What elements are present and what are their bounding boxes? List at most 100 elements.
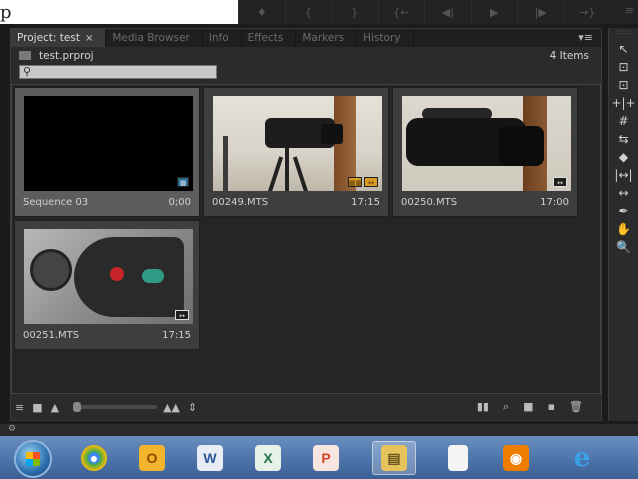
pen-tool-icon[interactable]: ✒ xyxy=(609,202,638,220)
zoom-out-icon[interactable]: ▲ xyxy=(51,401,59,414)
clip-00250[interactable]: ↔ 00250.MTS 17:00 xyxy=(392,87,578,217)
taskbar-powerpoint[interactable]: P xyxy=(304,441,348,475)
clip-thumbnail: ▦ xyxy=(24,96,193,191)
clip-duration: 17:15 xyxy=(351,197,380,208)
document-icon xyxy=(448,445,468,471)
project-header: test.prproj 4 Items xyxy=(11,47,601,64)
powerpoint-icon: P xyxy=(313,445,339,471)
step-back-button[interactable]: ◀| xyxy=(424,0,471,24)
tab-project[interactable]: Project: test × xyxy=(11,29,107,47)
sort-icon[interactable]: ⇕ xyxy=(188,401,197,414)
close-icon[interactable]: × xyxy=(85,33,93,44)
windows-taskbar: ● O W X P ▤ ◉ e xyxy=(0,436,638,479)
panel-grip[interactable]: :::::: xyxy=(609,28,638,40)
status-gear-icon[interactable]: ⚙ xyxy=(8,424,16,434)
zoom-slider-knob[interactable] xyxy=(73,402,82,412)
mark-out-button[interactable]: } xyxy=(331,0,378,24)
panel-tabs: Project: test × Media Browser Info Effec… xyxy=(11,29,601,47)
media-player-icon: ◉ xyxy=(503,445,529,471)
clip-thumbnail: ▦▦ ↔ xyxy=(213,96,382,191)
step-forward-button[interactable]: |▶ xyxy=(517,0,564,24)
audio-icon: ↔ xyxy=(553,177,567,187)
panel-bottom-bar: ≡ ■ ▲ ▲▲ ⇕ ▮▮ ⌕ ■ ▪ 🗑 xyxy=(11,394,601,420)
search-input[interactable]: ⚲ xyxy=(19,65,217,79)
audio-icon: ↔ xyxy=(364,177,378,187)
track-select-tool-icon[interactable]: ⊡ xyxy=(609,58,638,76)
play-button[interactable]: ▶ xyxy=(470,0,518,24)
transport-controls: ♦ { } {← ◀| ▶ |▶ →} xyxy=(238,0,610,24)
tab-markers[interactable]: Markers xyxy=(296,29,358,47)
clip-duration: 17:00 xyxy=(540,197,569,208)
clip-duration: 17:15 xyxy=(162,330,191,341)
start-button[interactable] xyxy=(14,440,52,478)
sequence-icon: ▦ xyxy=(177,177,189,187)
icon-view-icon[interactable]: ■ xyxy=(32,401,42,414)
go-to-in-button[interactable]: {← xyxy=(377,0,425,24)
automate-icon[interactable]: ▮▮ xyxy=(477,400,489,414)
taskbar-explorer[interactable]: ▤ xyxy=(372,441,416,475)
clip-name: 00251.MTS xyxy=(23,330,80,341)
rate-stretch-tool-icon[interactable]: # xyxy=(609,112,638,130)
audio-icon: ↔ xyxy=(175,310,189,320)
excel-icon: X xyxy=(255,445,281,471)
chrome-icon: ● xyxy=(81,445,107,471)
search-row: ⚲ xyxy=(11,64,601,81)
selection-tool-icon[interactable]: ↖ xyxy=(609,40,638,58)
taskbar-document[interactable] xyxy=(436,441,480,475)
taskbar-outlook[interactable]: O xyxy=(130,441,174,475)
zoom-tool-icon[interactable]: 🔍 xyxy=(609,238,638,256)
item-count: 4 Items xyxy=(549,49,589,62)
ie-icon: e xyxy=(573,443,591,473)
clip-duration: 0;00 xyxy=(168,197,191,208)
taskbar-ie[interactable]: e xyxy=(560,441,604,475)
ripple-edit-tool-icon[interactable]: ⊡ xyxy=(609,76,638,94)
add-marker-button[interactable]: ♦ xyxy=(238,0,285,24)
go-to-out-button[interactable]: →} xyxy=(563,0,611,24)
outlook-icon: O xyxy=(139,445,165,471)
new-bin-icon[interactable]: ■ xyxy=(523,400,533,414)
find-icon[interactable]: ⌕ xyxy=(503,400,509,414)
taskbar-excel[interactable]: X xyxy=(246,441,290,475)
tab-effects[interactable]: Effects xyxy=(242,29,297,47)
clip-sequence-03[interactable]: ▦ Sequence 03 0;00 xyxy=(14,87,200,217)
panel-menu-icon[interactable]: ▾≡ xyxy=(578,31,593,44)
bin-grid: ▦ Sequence 03 0;00 ▦▦ ↔ 00249.MTS 17:15 xyxy=(11,84,601,394)
clip-name: 00250.MTS xyxy=(401,197,458,208)
windows-logo-icon xyxy=(26,452,40,466)
tab-history[interactable]: History xyxy=(357,29,414,47)
clip-00249[interactable]: ▦▦ ↔ 00249.MTS 17:15 xyxy=(203,87,389,217)
mark-in-button[interactable]: { xyxy=(284,0,332,24)
rolling-edit-tool-icon[interactable]: +|+ xyxy=(609,94,638,112)
project-panel: Project: test × Media Browser Info Effec… xyxy=(10,28,602,421)
clip-name: 00249.MTS xyxy=(212,197,269,208)
zoom-in-icon[interactable]: ▲▲ xyxy=(163,401,180,414)
zoom-slider[interactable] xyxy=(73,402,158,412)
taskbar-chrome[interactable]: ● xyxy=(72,441,116,475)
search-icon: ⚲ xyxy=(23,65,32,78)
panel-actions: ▮▮ ⌕ ■ ▪ 🗑 xyxy=(477,400,583,414)
tab-media-browser[interactable]: Media Browser xyxy=(106,29,203,47)
monitor-menu-icon[interactable]: ≡ xyxy=(625,4,634,17)
taskbar-word[interactable]: W xyxy=(188,441,232,475)
partial-text: p xyxy=(0,2,12,23)
hand-tool-icon[interactable]: ✋ xyxy=(609,220,638,238)
status-strip: ⚙ xyxy=(0,424,638,436)
slide-tool-icon[interactable]: |↔| xyxy=(609,166,638,184)
list-view-icon[interactable]: ≡ xyxy=(15,401,24,414)
folder-icon xyxy=(19,51,31,60)
clip-00251[interactable]: ↔ 00251.MTS 17:15 xyxy=(14,220,200,350)
clip-thumbnail: ↔ xyxy=(402,96,571,191)
new-item-icon[interactable]: ▪ xyxy=(548,400,555,414)
tab-project-label: Project: test xyxy=(17,32,80,44)
clip-thumbnail: ↔ xyxy=(24,229,193,324)
taskbar-media[interactable]: ◉ xyxy=(494,441,538,475)
top-strip: p ♦ { } {← ◀| ▶ |▶ →} ≡ xyxy=(0,0,638,24)
trash-icon[interactable]: 🗑 xyxy=(569,400,583,414)
move-tool-icon[interactable]: ↔ xyxy=(609,184,638,202)
word-icon: W xyxy=(197,445,223,471)
tools-panel: :::::: ↖ ⊡ ⊡ +|+ # ⇆ ◆ |↔| ↔ ✒ ✋ 🔍 xyxy=(608,28,638,421)
slip-tool-icon[interactable]: ◆ xyxy=(609,148,638,166)
folder-icon: ▤ xyxy=(381,445,407,471)
tab-info[interactable]: Info xyxy=(203,29,242,47)
razor-tool-icon[interactable]: ⇆ xyxy=(609,130,638,148)
